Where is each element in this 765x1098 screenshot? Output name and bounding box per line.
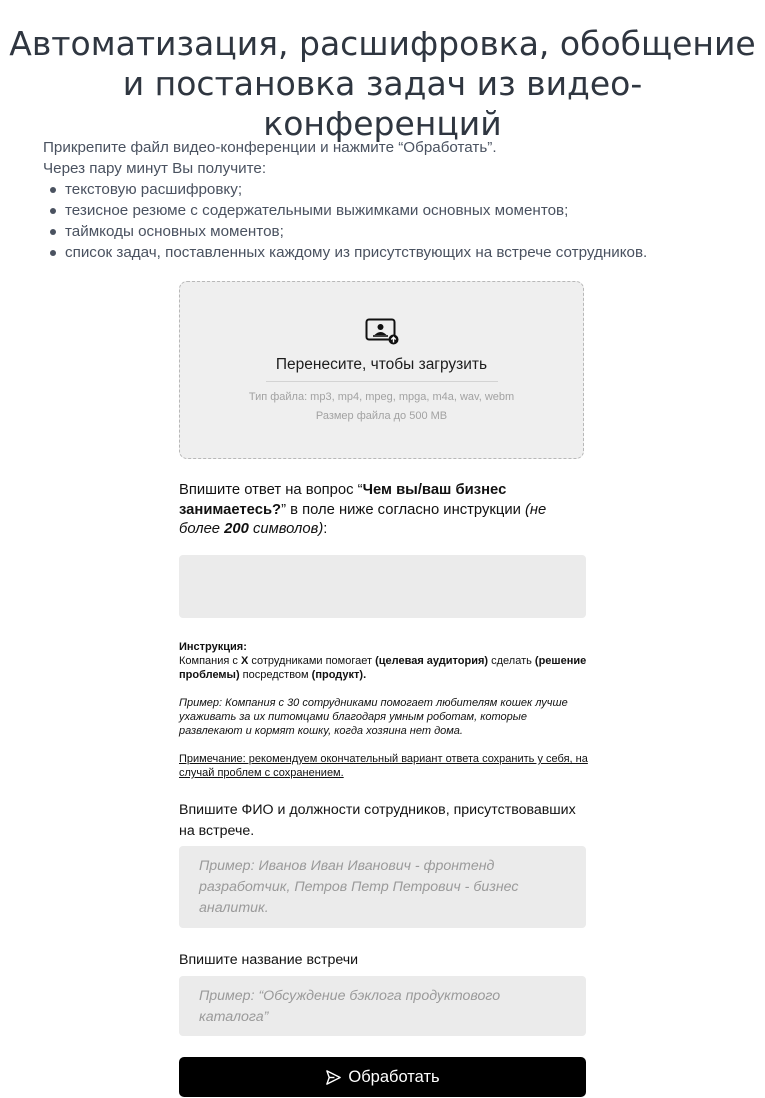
feature-item: тезисное резюме с содержательными выжимк…: [50, 200, 743, 221]
instruction-text: посредством: [239, 669, 312, 681]
intro-text: Прикрепите файл видео-конференции и нажм…: [43, 137, 743, 263]
instruction-emphasis: (целевая аудитория): [375, 655, 489, 667]
page-title: Автоматизация, расшифровка, обобщение и …: [0, 24, 765, 144]
question-text: Впишите ответ на вопрос “: [179, 482, 363, 498]
dropzone-divider: [266, 381, 498, 382]
dropzone-title: Перенесите, чтобы загрузить: [275, 356, 488, 373]
instruction-text: сделать: [488, 655, 535, 667]
process-button-label: Обработать: [348, 1067, 440, 1086]
question-limit-text: символов): [248, 521, 324, 537]
features-list: текстовую расшифровку; тезисное резюме с…: [43, 179, 743, 263]
instruction-heading: Инструкция:: [179, 641, 247, 653]
dropzone-file-size: Размер файла до 500 MB: [315, 410, 448, 422]
question-limit-number: 200: [224, 521, 249, 537]
instruction-block: Инструкция: Компания с X сотрудниками пом…: [179, 640, 589, 794]
video-upload-icon: [365, 318, 399, 345]
page-title-line-2: и постановка задач из видео-: [122, 64, 643, 104]
question-text: ” в поле ниже согласно инструкции: [281, 501, 525, 518]
instruction-example: Пример: Компания с 30 сотрудниками помог…: [179, 697, 568, 737]
send-icon: [326, 1069, 342, 1085]
employees-input[interactable]: Пример: Иванов Иван Иванович - фронтенд …: [179, 846, 586, 928]
instruction-emphasis: (продукт).: [311, 669, 367, 681]
intro-line-2: Через пару минут Вы получите:: [43, 160, 267, 177]
meeting-title-placeholder: Пример: “Обсуждение бэклога продуктового…: [199, 988, 501, 1025]
instruction-text: сотрудниками помогает: [248, 655, 376, 667]
employees-placeholder: Пример: Иванов Иван Иванович - фронтенд …: [199, 858, 519, 916]
instruction-note: Примечание: рекомендуем окончательный ва…: [179, 753, 588, 779]
feature-item: таймкоды основных моментов;: [50, 221, 743, 242]
instruction-text: Компания с: [179, 655, 241, 667]
meeting-title-input[interactable]: Пример: “Обсуждение бэклога продуктового…: [179, 976, 586, 1036]
business-answer-input[interactable]: [179, 555, 586, 618]
employees-label: Впишите ФИО и должности сотрудников, при…: [179, 802, 576, 839]
page-title-line-1: Автоматизация, расшифровка, обобщение: [9, 24, 756, 64]
meeting-title-label: Впишите название встречи: [179, 952, 359, 968]
process-button[interactable]: Обработать: [179, 1057, 586, 1097]
question-text: :: [323, 521, 328, 537]
intro-line-1: Прикрепите файл видео-конференции и нажм…: [43, 139, 497, 156]
feature-item: текстовую расшифровку;: [50, 179, 743, 200]
feature-item: список задач, поставленных каждому из пр…: [50, 242, 743, 263]
dropzone-file-types: Тип файла: mp3, mp4, mpeg, mpga, m4a, wa…: [248, 391, 515, 403]
business-question-label: Впишите ответ на вопрос “Чем вы/ваш бизн…: [179, 481, 589, 540]
file-dropzone[interactable]: Перенесите, чтобы загрузить Тип файла: m…: [179, 281, 584, 459]
